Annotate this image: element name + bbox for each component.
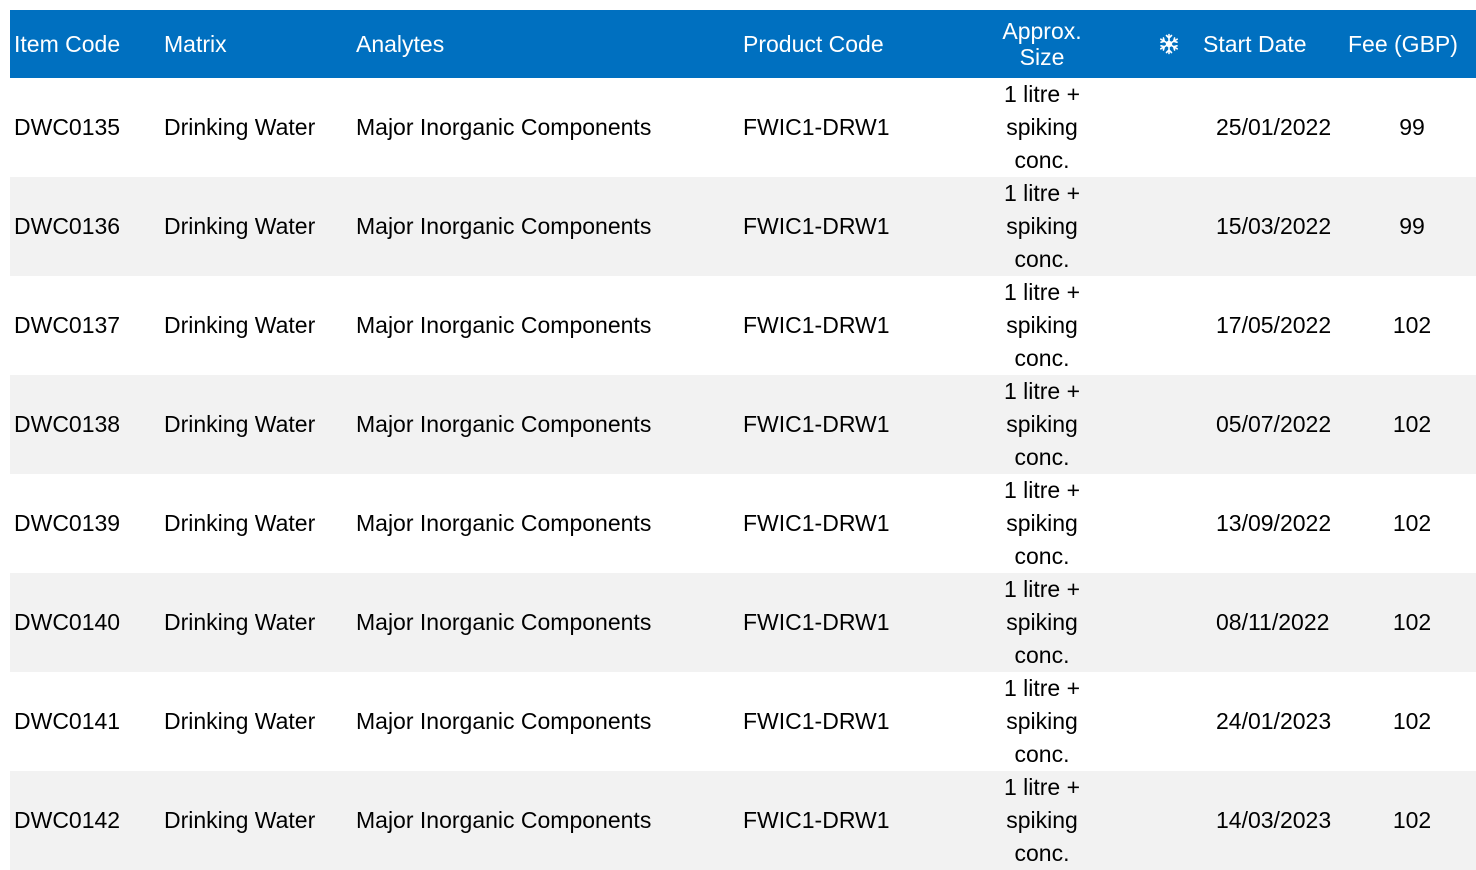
fee-cell: 102	[1392, 312, 1432, 338]
size-cell: 1 litre + spiking conc.	[1003, 774, 1081, 866]
size-cell: 1 litre + spiking conc.	[1003, 180, 1081, 272]
matrix-cell: Drinking Water	[164, 411, 316, 437]
start-date-cell: 13/09/2022	[1216, 510, 1332, 536]
start-date-cell: 08/11/2022	[1216, 609, 1330, 635]
item-code-cell: DWC0137	[14, 312, 121, 338]
size-cell: 1 litre + spiking conc.	[1003, 477, 1081, 569]
header-matrix: Matrix	[164, 30, 227, 57]
matrix-cell: Drinking Water	[164, 114, 316, 140]
analytes-cell: Major Inorganic Components	[356, 213, 652, 239]
product-code-cell: FWIC1-DRW1	[743, 609, 890, 635]
item-code-cell: DWC0142	[14, 807, 121, 833]
item-code-cell: DWC0139	[14, 510, 121, 536]
matrix-cell: Drinking Water	[164, 708, 316, 734]
table-row: DWC0140 Drinking Water Major Inorganic C…	[10, 573, 1476, 672]
size-cell: 1 litre + spiking conc.	[1003, 675, 1081, 767]
fee-cell: 102	[1392, 411, 1432, 437]
analytes-cell: Major Inorganic Components	[356, 609, 652, 635]
analytes-cell: Major Inorganic Components	[356, 807, 652, 833]
start-date-cell: 15/03/2022	[1216, 213, 1332, 239]
product-code-cell: FWIC1-DRW1	[743, 807, 890, 833]
analytes-cell: Major Inorganic Components	[356, 708, 652, 734]
table-header: Item Code Matrix Analytes Product Code A…	[10, 10, 1476, 78]
analytes-cell: Major Inorganic Components	[356, 114, 652, 140]
size-cell: 1 litre + spiking conc.	[1003, 81, 1081, 173]
item-code-cell: DWC0135	[14, 114, 121, 140]
product-code-cell: FWIC1-DRW1	[743, 114, 890, 140]
item-code-cell: DWC0138	[14, 411, 121, 437]
matrix-cell: Drinking Water	[164, 609, 316, 635]
item-code-cell: DWC0141	[14, 708, 121, 734]
analytes-cell: Major Inorganic Components	[356, 510, 652, 536]
matrix-cell: Drinking Water	[164, 510, 316, 536]
product-table: Item Code Matrix Analytes Product Code A…	[10, 10, 1476, 870]
snowflake-icon	[1142, 33, 1195, 55]
start-date-cell: 24/01/2023	[1216, 708, 1332, 734]
size-cell: 1 litre + spiking conc.	[1003, 378, 1081, 470]
header-product-code: Product Code	[743, 30, 884, 57]
table-row: DWC0136 Drinking Water Major Inorganic C…	[10, 177, 1476, 276]
product-code-cell: FWIC1-DRW1	[743, 708, 890, 734]
header-start-date: Start Date	[1203, 30, 1307, 57]
product-code-cell: FWIC1-DRW1	[743, 411, 890, 437]
start-date-cell: 17/05/2022	[1216, 312, 1332, 338]
fee-cell: 99	[1399, 114, 1425, 140]
fee-cell: 102	[1392, 510, 1432, 536]
fee-cell: 102	[1392, 708, 1432, 734]
product-code-cell: FWIC1-DRW1	[743, 510, 890, 536]
fee-cell: 99	[1399, 213, 1425, 239]
table-row: DWC0135 Drinking Water Major Inorganic C…	[10, 78, 1476, 177]
start-date-cell: 14/03/2023	[1216, 807, 1332, 833]
header-analytes: Analytes	[356, 30, 445, 57]
matrix-cell: Drinking Water	[164, 807, 316, 833]
product-code-cell: FWIC1-DRW1	[743, 213, 890, 239]
size-cell: 1 litre + spiking conc.	[1003, 279, 1081, 371]
start-date-cell: 05/07/2022	[1216, 411, 1332, 437]
matrix-cell: Drinking Water	[164, 312, 316, 338]
analytes-cell: Major Inorganic Components	[356, 411, 652, 437]
size-cell: 1 litre + spiking conc.	[1003, 576, 1081, 668]
table-row: DWC0138 Drinking Water Major Inorganic C…	[10, 375, 1476, 474]
header-item-code: Item Code	[14, 30, 121, 57]
item-code-cell: DWC0136	[14, 213, 121, 239]
header-approx-size: Approx. Size	[1002, 18, 1082, 70]
matrix-cell: Drinking Water	[164, 213, 316, 239]
product-code-cell: FWIC1-DRW1	[743, 312, 890, 338]
analytes-cell: Major Inorganic Components	[356, 312, 652, 338]
table-row: DWC0141 Drinking Water Major Inorganic C…	[10, 672, 1476, 771]
table-row: DWC0139 Drinking Water Major Inorganic C…	[10, 474, 1476, 573]
item-code-cell: DWC0140	[14, 609, 121, 635]
table-row: DWC0137 Drinking Water Major Inorganic C…	[10, 276, 1476, 375]
table-row: DWC0142 Drinking Water Major Inorganic C…	[10, 771, 1476, 870]
header-fee: Fee (GBP)	[1348, 30, 1458, 57]
start-date-cell: 25/01/2022	[1216, 114, 1332, 140]
fee-cell: 102	[1392, 609, 1432, 635]
fee-cell: 102	[1392, 807, 1432, 833]
